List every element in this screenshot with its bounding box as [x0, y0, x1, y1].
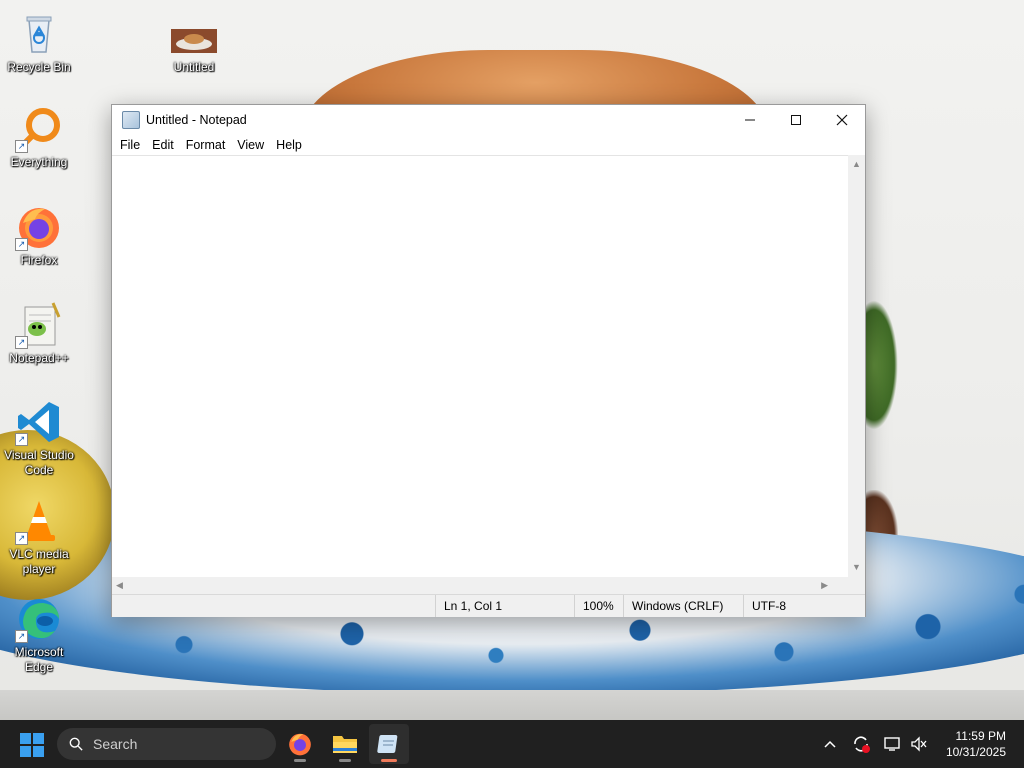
shortcut-arrow-icon: ↗ — [15, 532, 28, 545]
show-hidden-icons-chevron-up-icon[interactable] — [820, 734, 840, 754]
notepad-window[interactable]: Untitled - Notepad File Edit Format View… — [111, 104, 866, 617]
menu-file[interactable]: File — [114, 135, 146, 155]
close-button[interactable] — [819, 105, 865, 135]
everything-search-icon: ↗ — [15, 105, 63, 153]
scroll-corner — [848, 577, 865, 594]
notepad-titlebar[interactable]: Untitled - Notepad — [112, 105, 865, 135]
close-icon — [836, 114, 848, 126]
desktop-icon-vscode[interactable]: ↗ Visual Studio Code — [0, 398, 78, 478]
windows-logo-icon — [20, 733, 31, 744]
status-bar: Ln 1, Col 1 100% Windows (CRLF) UTF-8 — [112, 594, 865, 617]
volume-muted-icon[interactable] — [909, 734, 929, 754]
start-button[interactable] — [20, 733, 44, 757]
desktop-icon-everything[interactable]: ↗ Everything — [0, 105, 78, 170]
vertical-scrollbar[interactable]: ▲ ▼ — [848, 155, 865, 577]
recycle-bin-icon — [15, 10, 63, 58]
shortcut-arrow-icon: ↗ — [15, 630, 28, 643]
shortcut-arrow-icon: ↗ — [15, 336, 28, 349]
status-line-ending: Windows (CRLF) — [623, 595, 742, 617]
menu-edit[interactable]: Edit — [146, 135, 180, 155]
maximize-button[interactable] — [773, 105, 819, 135]
folder-icon — [333, 736, 357, 753]
scroll-right-icon[interactable]: ▶ — [821, 581, 828, 590]
vscode-icon: ↗ — [15, 398, 63, 446]
scroll-up-icon[interactable]: ▲ — [852, 160, 861, 169]
menu-view[interactable]: View — [231, 135, 270, 155]
notepad-plus-plus-icon: ↗ — [15, 301, 63, 349]
notepad-icon — [377, 735, 398, 753]
update-sync-icon[interactable] — [851, 734, 871, 754]
vlc-icon: ↗ — [15, 497, 63, 545]
status-encoding: UTF-8 — [743, 595, 852, 617]
taskbar-notepad[interactable] — [369, 724, 409, 764]
firefox-icon — [289, 733, 311, 756]
search-icon — [69, 737, 83, 751]
wallpaper-table — [0, 690, 1024, 720]
desktop-icon-label: Untitled — [173, 60, 215, 74]
minimize-icon — [745, 119, 755, 121]
desktop-icon-label: Visual Studio Code — [4, 448, 74, 477]
horizontal-scrollbar[interactable]: ◀ ▶ — [112, 577, 848, 594]
minimize-button[interactable] — [727, 105, 773, 135]
desktop-icon-label: Recycle Bin — [7, 60, 71, 74]
taskbar: Search 11:59 PM 10/31/2025 — [0, 720, 1024, 768]
desktop-icon-recycle-bin[interactable]: Recycle Bin — [0, 10, 78, 75]
status-zoom: 100% — [574, 595, 623, 617]
desktop-icon-label: Everything — [10, 155, 68, 169]
maximize-icon — [791, 115, 801, 125]
menu-bar: File Edit Format View Help — [112, 135, 865, 155]
shortcut-arrow-icon: ↗ — [15, 433, 28, 446]
scroll-left-icon[interactable]: ◀ — [116, 581, 123, 590]
window-title: Untitled - Notepad — [146, 113, 247, 127]
menu-format[interactable]: Format — [180, 135, 232, 155]
taskbar-firefox[interactable] — [280, 724, 320, 764]
firefox-icon: ↗ — [15, 203, 63, 251]
desktop-icon-notepad-plus-plus[interactable]: ↗ Notepad++ — [0, 301, 78, 366]
scroll-down-icon[interactable]: ▼ — [852, 563, 861, 572]
search-placeholder: Search — [93, 736, 138, 752]
desktop-icon-edge[interactable]: ↗ Microsoft Edge — [0, 595, 78, 675]
desktop-icon-label: Microsoft Edge — [14, 645, 64, 674]
desktop-icon-label: Notepad++ — [9, 351, 69, 365]
taskbar-file-explorer[interactable] — [325, 724, 365, 764]
desktop-icon-label: Firefox — [20, 253, 58, 267]
network-icon[interactable] — [883, 734, 903, 754]
taskbar-clock[interactable]: 11:59 PM 10/31/2025 — [946, 728, 1006, 760]
desktop-icon-label: VLC media player — [9, 547, 69, 576]
clock-date: 10/31/2025 — [945, 745, 1006, 759]
clock-time: 11:59 PM — [955, 729, 1006, 743]
taskbar-search-box[interactable]: Search — [57, 728, 276, 760]
desktop-icon-firefox[interactable]: ↗ Firefox — [0, 203, 78, 268]
status-cursor-position: Ln 1, Col 1 — [435, 595, 574, 617]
text-editor-area[interactable] — [112, 155, 848, 578]
menu-help[interactable]: Help — [270, 135, 308, 155]
desktop-icon-vlc[interactable]: ↗ VLC media player — [0, 497, 78, 577]
image-file-icon — [170, 10, 218, 58]
shortcut-arrow-icon: ↗ — [15, 140, 28, 153]
shortcut-arrow-icon: ↗ — [15, 238, 28, 251]
edge-icon: ↗ — [15, 595, 63, 643]
desktop-icon-untitled[interactable]: Untitled — [155, 10, 233, 75]
notepad-app-icon — [122, 111, 140, 129]
